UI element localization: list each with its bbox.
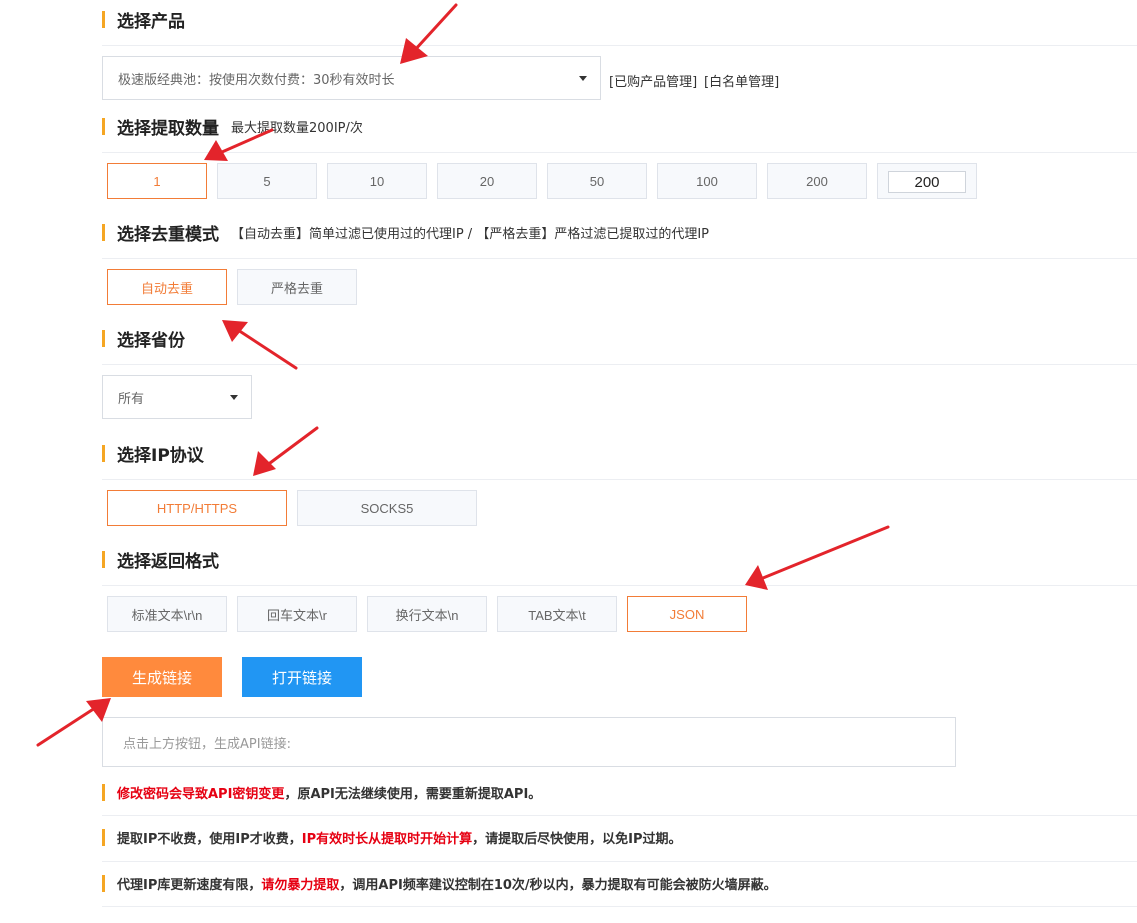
- generate-link-button[interactable]: 生成链接: [102, 657, 222, 697]
- notice-3-text: ，调用API频率建议控制在10次/秒以内，暴力提取有可能会被防火墙屏蔽。: [339, 877, 777, 893]
- section-title-quantity: 选择提取数量 最大提取数量200IP/次: [102, 114, 363, 139]
- divider: [102, 258, 1137, 259]
- quantity-option-4[interactable]: 50: [547, 163, 647, 199]
- arrow-dedupe-icon: [222, 320, 298, 370]
- protocol-option-0[interactable]: HTTP/HTTPS: [107, 490, 287, 526]
- divider: [102, 364, 1137, 365]
- quantity-option-2[interactable]: 10: [327, 163, 427, 199]
- divider: [102, 906, 1137, 907]
- product-select-value: 极速版经典池：按使用次数付费：30秒有效时长: [118, 72, 395, 88]
- notice-3-text-pre: 代理IP库更新速度有限，: [117, 877, 262, 893]
- api-link-placeholder: 点击上方按钮，生成API链接:: [123, 736, 291, 752]
- protocol-option-1[interactable]: SOCKS5: [297, 490, 477, 526]
- section-marker: [102, 329, 105, 347]
- divider: [102, 45, 1137, 46]
- caret-down-icon: [579, 76, 587, 81]
- open-link-button[interactable]: 打开链接: [242, 657, 362, 697]
- province-select[interactable]: 所有: [102, 375, 252, 419]
- section-marker: [102, 10, 105, 28]
- format-option-4[interactable]: JSON: [627, 596, 747, 632]
- divider: [102, 585, 1137, 586]
- section-marker: [102, 223, 105, 241]
- section-title-dedupe: 选择去重模式 【自动去重】简单过滤已使用过的代理IP / 【严格去重】严格过滤已…: [102, 220, 709, 245]
- quantity-custom-input[interactable]: [888, 171, 966, 193]
- dedupe-hint: 【自动去重】简单过滤已使用过的代理IP / 【严格去重】严格过滤已提取过的代理I…: [231, 226, 709, 242]
- dedupe-option-0[interactable]: 自动去重: [107, 269, 227, 305]
- arrow-format-icon: [745, 525, 890, 590]
- section-marker: [102, 444, 105, 462]
- quantity-custom-box: [877, 163, 977, 199]
- quantity-option-0[interactable]: 1: [107, 163, 207, 199]
- divider: [102, 152, 1137, 153]
- arrow-protocol-icon: [253, 426, 319, 476]
- notice-marker: [102, 874, 105, 892]
- section-title-product: 选择产品: [102, 7, 185, 32]
- quantity-option-6[interactable]: 200: [767, 163, 867, 199]
- whitelist-link[interactable]: [白名单管理]: [704, 71, 779, 90]
- api-link-output[interactable]: 点击上方按钮，生成API链接:: [102, 717, 956, 767]
- caret-down-icon: [230, 395, 238, 400]
- province-select-value: 所有: [118, 391, 145, 407]
- quantity-option-5[interactable]: 100: [657, 163, 757, 199]
- notice-2-warning: IP有效时长从提取时开始计算: [301, 831, 473, 847]
- notice-marker: [102, 783, 105, 801]
- quantity-option-1[interactable]: 5: [217, 163, 317, 199]
- quantity-option-3[interactable]: 20: [437, 163, 537, 199]
- divider: [102, 815, 1137, 816]
- section-marker: [102, 117, 105, 135]
- section-title-protocol: 选择IP协议: [102, 441, 204, 466]
- notice-2-text: ，请提取后尽快使用，以免IP过期。: [472, 831, 682, 847]
- format-option-1[interactable]: 回车文本\r: [237, 596, 357, 632]
- format-option-0[interactable]: 标准文本\r\n: [107, 596, 227, 632]
- notice-2: 提取IP不收费，使用IP才收费，IP有效时长从提取时开始计算，请提取后尽快使用，…: [102, 827, 681, 847]
- notice-1-warning: 修改密码会导致API密钥变更: [117, 786, 285, 802]
- divider: [102, 479, 1137, 480]
- arrow-generate-icon: [36, 698, 111, 747]
- section-marker: [102, 550, 105, 568]
- quantity-hint: 最大提取数量200IP/次: [231, 120, 363, 136]
- format-option-3[interactable]: TAB文本\t: [497, 596, 617, 632]
- dedupe-option-1[interactable]: 严格去重: [237, 269, 357, 305]
- notice-marker: [102, 828, 105, 846]
- purchased-products-link[interactable]: [已购产品管理]: [609, 71, 697, 90]
- section-title-province: 选择省份: [102, 326, 185, 351]
- notice-3-warning: 请勿暴力提取: [261, 877, 340, 893]
- format-option-2[interactable]: 换行文本\n: [367, 596, 487, 632]
- notice-2-text-pre: 提取IP不收费，使用IP才收费，: [117, 831, 302, 847]
- notice-1-text: ，原API无法继续使用，需要重新提取API。: [284, 786, 542, 802]
- notice-3: 代理IP库更新速度有限，请勿暴力提取，调用API频率建议控制在10次/秒以内，暴…: [102, 873, 777, 893]
- notice-1: 修改密码会导致API密钥变更，原API无法继续使用，需要重新提取API。: [102, 782, 541, 802]
- section-title-format: 选择返回格式: [102, 547, 219, 572]
- product-select[interactable]: 极速版经典池：按使用次数付费：30秒有效时长: [102, 56, 601, 100]
- divider: [102, 861, 1137, 862]
